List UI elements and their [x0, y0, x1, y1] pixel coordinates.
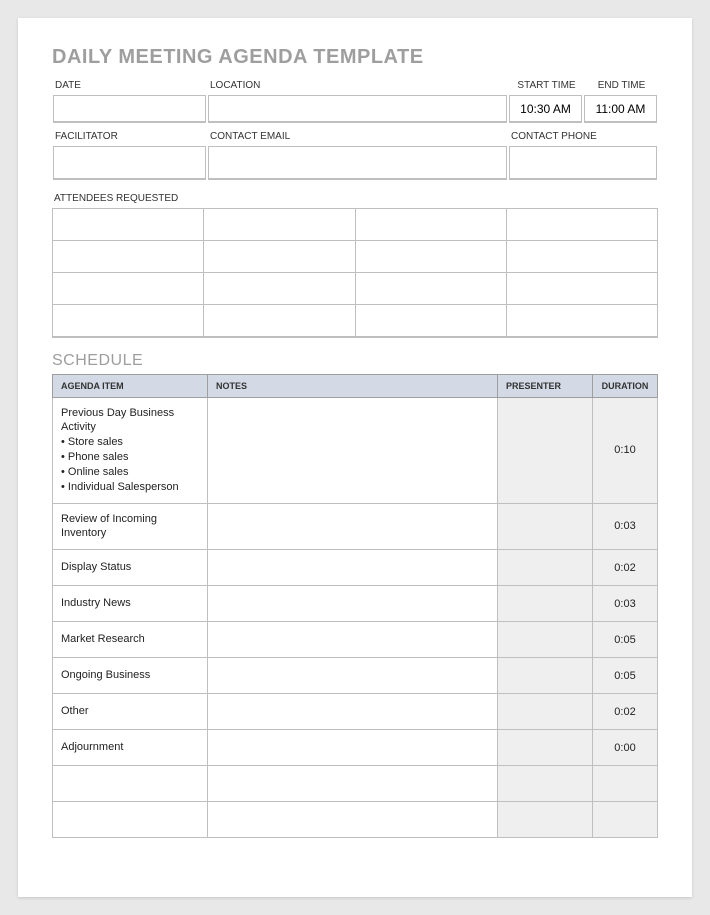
presenter-cell[interactable] [498, 694, 593, 730]
presenter-cell[interactable] [498, 730, 593, 766]
notes-cell[interactable] [208, 550, 498, 586]
value-start-time[interactable]: 10:30 AM [509, 95, 582, 123]
col-presenter: PRESENTER [498, 374, 593, 397]
page-title: DAILY MEETING AGENDA TEMPLATE [52, 46, 658, 69]
notes-cell[interactable] [208, 397, 498, 503]
duration-cell[interactable]: 0:10 [593, 397, 658, 503]
attendees-row [53, 241, 658, 273]
duration-cell[interactable]: 0:02 [593, 550, 658, 586]
meta-table-2: FACILITATOR CONTACT EMAIL CONTACT PHONE [52, 128, 658, 181]
attendee-cell[interactable] [355, 273, 506, 305]
schedule-row: Market Research 0:05 [53, 622, 658, 658]
meta-table-1: DATE LOCATION START TIME END TIME 10:30 … [52, 77, 658, 124]
document-page: DAILY MEETING AGENDA TEMPLATE DATE LOCAT… [18, 18, 692, 897]
agenda-item-cell[interactable]: Previous Day Business Activity • Store s… [53, 397, 208, 503]
presenter-cell[interactable] [498, 622, 593, 658]
attendees-row [53, 305, 658, 337]
attendees-grid [52, 208, 658, 338]
value-date[interactable] [53, 95, 206, 123]
attendee-cell[interactable] [53, 273, 204, 305]
agenda-item-cell[interactable] [53, 802, 208, 838]
value-contact-email[interactable] [208, 146, 507, 180]
notes-cell[interactable] [208, 503, 498, 550]
schedule-row: Display Status 0:02 [53, 550, 658, 586]
agenda-item-cell[interactable]: Industry News [53, 586, 208, 622]
notes-cell[interactable] [208, 766, 498, 802]
notes-cell[interactable] [208, 730, 498, 766]
label-facilitator: FACILITATOR [53, 129, 206, 144]
duration-cell[interactable]: 0:02 [593, 694, 658, 730]
presenter-cell[interactable] [498, 802, 593, 838]
attendee-cell[interactable] [506, 305, 657, 337]
value-facilitator[interactable] [53, 146, 206, 180]
notes-cell[interactable] [208, 658, 498, 694]
attendees-row [53, 273, 658, 305]
presenter-cell[interactable] [498, 397, 593, 503]
col-duration: DURATION [593, 374, 658, 397]
attendee-cell[interactable] [53, 241, 204, 273]
presenter-cell[interactable] [498, 766, 593, 802]
col-notes: NOTES [208, 374, 498, 397]
attendee-cell[interactable] [204, 273, 355, 305]
duration-cell[interactable]: 0:05 [593, 658, 658, 694]
label-location: LOCATION [208, 78, 507, 93]
agenda-item-cell[interactable]: Ongoing Business [53, 658, 208, 694]
duration-cell[interactable]: 0:03 [593, 503, 658, 550]
attendees-row [53, 209, 658, 241]
notes-cell[interactable] [208, 694, 498, 730]
presenter-cell[interactable] [498, 658, 593, 694]
label-contact-email: CONTACT EMAIL [208, 129, 507, 144]
attendee-cell[interactable] [506, 241, 657, 273]
duration-cell[interactable]: 0:05 [593, 622, 658, 658]
schedule-row [53, 766, 658, 802]
value-contact-phone[interactable] [509, 146, 657, 180]
attendee-cell[interactable] [53, 209, 204, 241]
schedule-row: Industry News 0:03 [53, 586, 658, 622]
value-location[interactable] [208, 95, 507, 123]
attendee-cell[interactable] [204, 305, 355, 337]
attendee-cell[interactable] [204, 241, 355, 273]
agenda-item-cell[interactable]: Market Research [53, 622, 208, 658]
label-end-time: END TIME [584, 78, 657, 93]
col-agenda-item: AGENDA ITEM [53, 374, 208, 397]
duration-cell[interactable] [593, 766, 658, 802]
notes-cell[interactable] [208, 802, 498, 838]
schedule-row: Ongoing Business 0:05 [53, 658, 658, 694]
agenda-item-cell[interactable]: Review of Incoming Inventory [53, 503, 208, 550]
agenda-item-cell[interactable]: Display Status [53, 550, 208, 586]
agenda-item-cell[interactable]: Adjournment [53, 730, 208, 766]
value-end-time[interactable]: 11:00 AM [584, 95, 657, 123]
schedule-row: Previous Day Business Activity • Store s… [53, 397, 658, 503]
schedule-row: Adjournment 0:00 [53, 730, 658, 766]
schedule-row [53, 802, 658, 838]
agenda-item-cell[interactable]: Other [53, 694, 208, 730]
duration-cell[interactable] [593, 802, 658, 838]
section-heading-schedule: SCHEDULE [52, 352, 658, 370]
schedule-row: Other 0:02 [53, 694, 658, 730]
presenter-cell[interactable] [498, 550, 593, 586]
agenda-item-cell[interactable] [53, 766, 208, 802]
attendee-cell[interactable] [506, 273, 657, 305]
label-start-time: START TIME [509, 78, 582, 93]
attendee-cell[interactable] [355, 209, 506, 241]
attendee-cell[interactable] [355, 241, 506, 273]
notes-cell[interactable] [208, 622, 498, 658]
attendee-cell[interactable] [506, 209, 657, 241]
attendee-cell[interactable] [355, 305, 506, 337]
attendee-cell[interactable] [204, 209, 355, 241]
duration-cell[interactable]: 0:00 [593, 730, 658, 766]
schedule-table: AGENDA ITEM NOTES PRESENTER DURATION Pre… [52, 374, 658, 839]
notes-cell[interactable] [208, 586, 498, 622]
label-contact-phone: CONTACT PHONE [509, 129, 657, 144]
label-date: DATE [53, 78, 206, 93]
attendee-cell[interactable] [53, 305, 204, 337]
presenter-cell[interactable] [498, 586, 593, 622]
schedule-row: Review of Incoming Inventory 0:03 [53, 503, 658, 550]
presenter-cell[interactable] [498, 503, 593, 550]
label-attendees: ATTENDEES REQUESTED [52, 191, 658, 206]
duration-cell[interactable]: 0:03 [593, 586, 658, 622]
